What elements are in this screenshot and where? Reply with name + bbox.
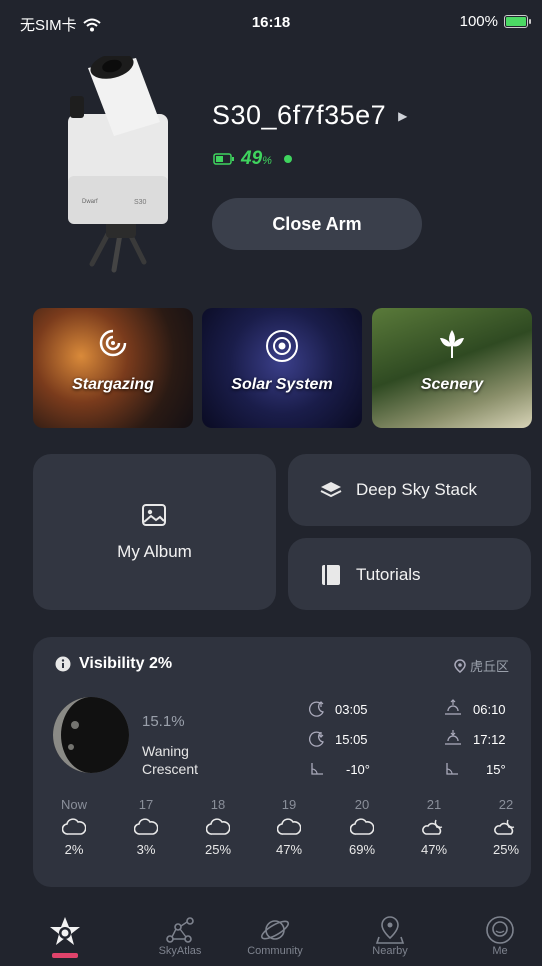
cloud-icon	[62, 818, 86, 835]
cloud-icon	[206, 818, 230, 835]
cloud-moon-icon	[422, 819, 443, 835]
forecast-hour-20: 20 69%	[337, 797, 387, 857]
forecast-hour-label: 19	[281, 797, 297, 812]
device-battery: 49%	[213, 148, 292, 170]
location-pin-icon	[375, 916, 405, 944]
moon-percent: 15.1%	[142, 713, 185, 730]
galaxy-icon	[33, 326, 193, 365]
device-name[interactable]: S30_6f7f35e7 ▶	[212, 100, 408, 131]
nav-label: Community	[247, 945, 303, 957]
forecast-percent: 69%	[348, 842, 376, 857]
visibility-title: Visibility 2%	[79, 655, 173, 672]
nav-label: Nearby	[372, 945, 408, 957]
cloud-moon-icon	[494, 819, 515, 835]
connection-status-dot	[283, 155, 292, 163]
constellation-icon	[166, 917, 194, 943]
scenery-label: Scenery	[420, 376, 484, 393]
my-album-tile[interactable]: My Album	[33, 454, 276, 610]
battery-icon	[504, 15, 531, 28]
stargazing-card[interactable]: Stargazing	[33, 308, 193, 428]
planet-orbit-icon	[202, 326, 362, 371]
moon-altitude-icon	[311, 763, 323, 775]
planet-icon	[260, 920, 290, 940]
moonrise-time: 03:05	[335, 702, 368, 717]
nav-active-indicator	[52, 953, 78, 958]
scenery-card[interactable]: Scenery	[372, 308, 532, 428]
close-arm-button[interactable]: Close Arm	[212, 198, 422, 250]
sunset-icon	[445, 730, 461, 745]
sun-altitude-icon	[446, 763, 458, 775]
cloud-icon	[134, 818, 158, 835]
tutorials-label: Tutorials	[356, 565, 421, 584]
moonset-icon	[309, 731, 324, 747]
forecast-hour-now: Now 2%	[49, 797, 99, 857]
forecast-hour-label: 20	[354, 797, 370, 812]
device-model-text: S30	[134, 199, 147, 206]
my-album-label: My Album	[117, 542, 192, 561]
moon-phase-line2: Crescent	[142, 761, 199, 777]
device-name-text: S30_6f7f35e7	[212, 100, 387, 130]
sun-altitude: 15°	[486, 762, 506, 777]
location-label: 虎丘区	[469, 659, 509, 674]
device-battery-value: 49	[241, 148, 263, 169]
forecast-percent: 3%	[136, 842, 156, 857]
visibility-panel[interactable]: Visibility 2% 虎丘区 15.1% Waning Crescent …	[33, 637, 531, 887]
forecast-hour-18: 18 25%	[193, 797, 243, 857]
forecast-percent: 25%	[492, 842, 520, 857]
location[interactable]: 虎丘区	[454, 656, 509, 675]
moon-altitude: -10°	[346, 762, 370, 777]
nav-skyatlas[interactable]: SkyAtlas	[145, 915, 215, 957]
forecast-percent: 47%	[275, 842, 303, 857]
moon-phase-line1: Waning	[142, 743, 189, 759]
chevron-right-icon: ▶	[398, 108, 408, 123]
forecast-hour-label: 21	[426, 797, 442, 812]
telescope-device-image: Dwarf S30	[68, 56, 168, 273]
profile-icon	[486, 916, 514, 944]
battery-charging-icon	[213, 153, 234, 165]
cloud-icon	[350, 818, 374, 835]
nav-nearby[interactable]: Nearby	[355, 915, 425, 957]
deep-sky-stack-tile[interactable]: Deep Sky Stack	[288, 454, 531, 526]
deep-sky-stack-label: Deep Sky Stack	[356, 480, 477, 499]
battery-percent: 100%	[459, 13, 498, 30]
forecast-hour-22: 22 25%	[481, 797, 531, 857]
forecast-hour-21: 21 47%	[409, 797, 459, 857]
info-icon	[55, 656, 71, 672]
cloud-icon	[277, 818, 301, 835]
status-battery: 100%	[459, 13, 531, 30]
home-star-icon	[50, 917, 80, 945]
moonrise-icon	[309, 701, 324, 717]
forecast-percent: 2%	[64, 842, 84, 857]
forecast-hour-label: 17	[138, 797, 154, 812]
stargazing-label: Stargazing	[72, 376, 154, 393]
device-brand-text: Dwarf	[82, 199, 98, 205]
nav-community[interactable]: Community	[240, 915, 310, 957]
forecast-hour-label: Now	[60, 797, 87, 812]
nav-label: Me	[492, 945, 508, 957]
sunset-time: 17:12	[473, 732, 506, 747]
nav-label: SkyAtlas	[158, 945, 202, 957]
forecast-hour-19: 19 47%	[264, 797, 314, 857]
nav-home[interactable]	[30, 914, 100, 958]
album-image-icon	[142, 504, 166, 526]
status-bar: 无SIM卡 16:18 100%	[0, 0, 542, 44]
moonset-time: 15:05	[335, 732, 368, 747]
forecast-percent: 47%	[420, 842, 448, 857]
solar-system-label: Solar System	[231, 376, 333, 393]
forecast-percent: 25%	[204, 842, 232, 857]
moon-phase-image	[53, 697, 129, 773]
forecast-hour-17: 17 3%	[121, 797, 171, 857]
sunrise-icon	[445, 699, 461, 715]
device-battery-unit: %	[262, 155, 272, 167]
solar-system-card[interactable]: Solar System	[202, 308, 362, 428]
nav-me[interactable]: Me	[465, 915, 535, 957]
flower-icon	[372, 326, 532, 367]
book-icon	[322, 565, 340, 585]
forecast-hour-label: 18	[210, 797, 226, 812]
layers-icon	[320, 482, 342, 498]
tutorials-tile[interactable]: Tutorials	[288, 538, 531, 610]
sunrise-time: 06:10	[473, 702, 506, 717]
forecast-hour-label: 22	[498, 797, 514, 812]
location-pin-icon	[454, 658, 466, 673]
